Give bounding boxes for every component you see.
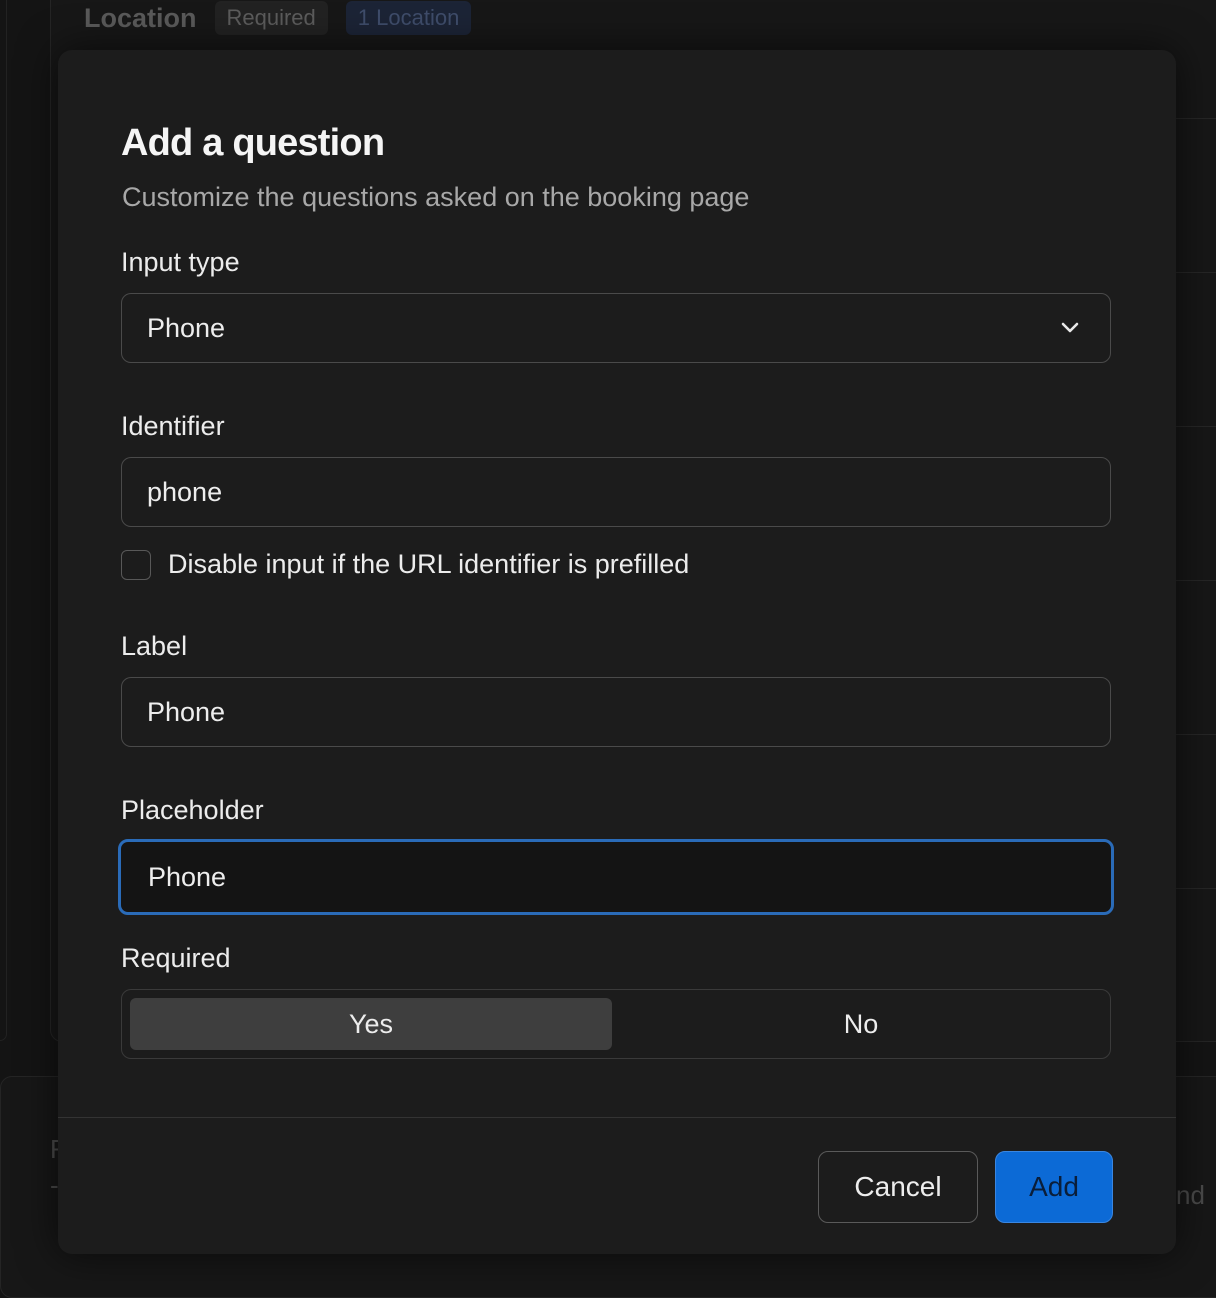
background-section-title: Location (84, 2, 197, 33)
dialog-footer-divider (58, 1117, 1176, 1118)
identifier-input[interactable]: phone (121, 457, 1111, 527)
location-badge: 1 Location (345, 1, 472, 35)
cancel-button[interactable]: Cancel (818, 1151, 978, 1223)
background-left-panel (0, 0, 7, 1041)
placeholder-value: Phone (148, 861, 227, 892)
label-field-label: Label (121, 631, 188, 661)
background-stub-text: nd (1176, 1180, 1205, 1210)
background-divider (1176, 580, 1216, 581)
input-type-select[interactable]: Phone (121, 293, 1111, 363)
required-badge: Required (214, 1, 328, 35)
background-divider (1176, 888, 1216, 889)
disable-prefilled-label[interactable]: Disable input if the URL identifier is p… (168, 549, 689, 580)
required-no-option[interactable]: No (620, 998, 1102, 1050)
disable-prefilled-checkbox[interactable] (121, 549, 151, 580)
background-divider (1176, 272, 1216, 273)
dialog-title: Add a question (121, 122, 385, 164)
add-button[interactable]: Add (995, 1151, 1113, 1223)
identifier-label: Identifier (121, 411, 225, 441)
input-type-label: Input type (121, 247, 240, 277)
required-label: Required (121, 943, 231, 973)
background-divider (1176, 426, 1216, 427)
required-toggle: Yes No (121, 989, 1111, 1059)
placeholder-input[interactable]: Phone (118, 839, 1114, 915)
required-yes-option[interactable]: Yes (130, 998, 612, 1050)
background-divider (1176, 118, 1216, 119)
chevron-down-icon (1061, 322, 1079, 333)
disable-prefilled-row: Disable input if the URL identifier is p… (121, 549, 689, 580)
input-type-value: Phone (147, 312, 226, 343)
dialog-subtitle: Customize the questions asked on the boo… (122, 182, 750, 212)
placeholder-field-label: Placeholder (121, 795, 264, 825)
background-section-header: Location Required 1 Location (84, 0, 472, 36)
label-value: Phone (147, 696, 226, 727)
background-divider (1176, 734, 1216, 735)
add-question-dialog: Add a question Customize the questions a… (58, 50, 1176, 1254)
identifier-value: phone (147, 476, 223, 507)
label-input[interactable]: Phone (121, 677, 1111, 747)
